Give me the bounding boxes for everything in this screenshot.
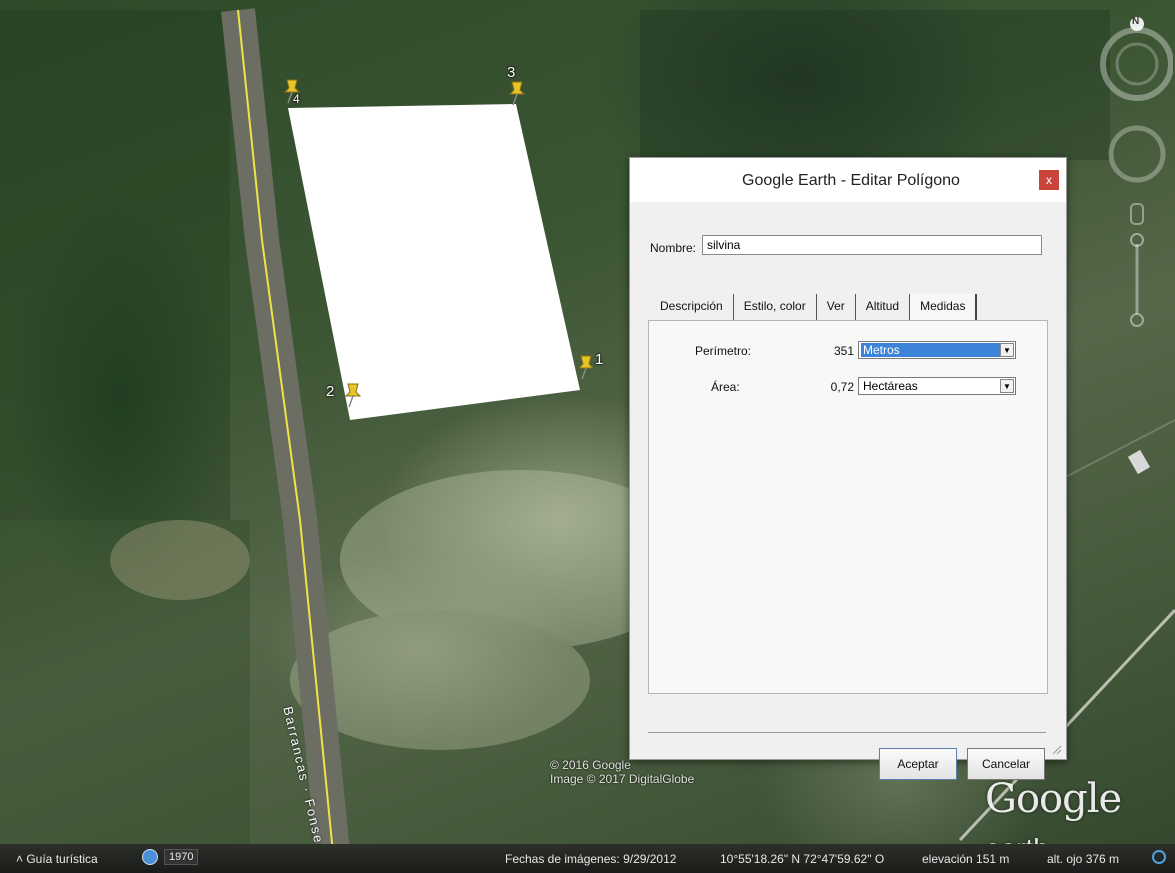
compass-north-label: N [1132,16,1140,27]
tab-view[interactable]: Ver [817,294,856,320]
look-joystick-icon [1108,125,1166,183]
compass-ring-icon [1100,27,1174,101]
vertex-label: 3 [507,64,516,81]
dialog-titlebar[interactable]: Google Earth - Editar Polígono x [630,158,1066,202]
cancel-button[interactable]: Cancelar [967,748,1045,780]
historical-imagery[interactable]: 1970 [142,849,199,865]
pushpin-icon[interactable] [577,354,595,380]
eye-altitude-readout: alt. ojo 376 m [1047,852,1120,866]
copyright-imagery: Image © 2017 DigitalGlobe [550,772,695,786]
elevation-readout: elevación 151 m [922,852,1010,866]
divider [648,732,1046,733]
vertex-label: 2 [326,383,335,400]
perimeter-unit-select[interactable]: Metros ▼ [858,341,1016,359]
vertex-label: 1 [595,351,604,368]
tab-measurements[interactable]: Medidas [910,294,978,320]
dialog-title: Google Earth - Editar Polígono [742,172,960,189]
measured-polygon[interactable] [288,104,580,420]
edit-polygon-dialog: Google Earth - Editar Polígono x Nombre:… [629,157,1067,780]
clock-icon [142,849,158,865]
copyright-google: © 2016 Google [550,758,631,772]
chevron-up-icon: ˄ [16,852,27,866]
measurements-panel: Perímetro: 351 Metros ▼ Área: 0,72 Hectá… [648,320,1048,694]
imagery-date: Fechas de imágenes: 9/29/2012 [505,852,677,866]
accept-button[interactable]: Aceptar [879,748,957,780]
tab-strip: Descripción Estilo, color Ver Altitud Me… [650,294,978,320]
close-button[interactable]: x [1039,170,1059,190]
tab-description[interactable]: Descripción [650,294,734,320]
tab-altitude[interactable]: Altitud [856,294,911,320]
tab-style-color[interactable]: Estilo, color [734,294,817,320]
pushpin-icon[interactable] [344,382,362,408]
dialog-body: Nombre: silvina Descripción Estilo, colo… [630,202,1066,780]
streaming-status-icon [1152,850,1166,864]
person-icon [1130,203,1144,225]
vertex-label: 4 [293,92,300,106]
navigation-controls[interactable] [1095,14,1174,334]
name-field[interactable]: silvina [702,235,1042,255]
chevron-down-icon: ▼ [1000,379,1014,393]
chevron-down-icon: ▼ [1000,343,1014,357]
name-label: Nombre: [650,241,697,255]
cursor-coordinates: 10°55'18.26" N 72°47'59.62" O [720,852,885,866]
area-unit-select[interactable]: Hectáreas ▼ [858,377,1016,395]
perimeter-value: 351 [833,344,854,358]
imagery-attribution: © 2016 Google Image © 2017 DigitalGlobe [550,758,694,786]
resize-grip-icon[interactable] [1052,745,1062,755]
status-bar: ˄ Guía turística 1970 Fechas de imágenes… [0,844,1175,873]
area-label: Área: [711,380,740,394]
area-value: 0,72 [830,380,854,394]
tour-guide-toggle[interactable]: ˄ Guía turística [16,852,98,866]
history-year: 1970 [164,849,199,865]
perimeter-label: Perímetro: [695,344,752,358]
pushpin-icon[interactable] [508,80,526,106]
